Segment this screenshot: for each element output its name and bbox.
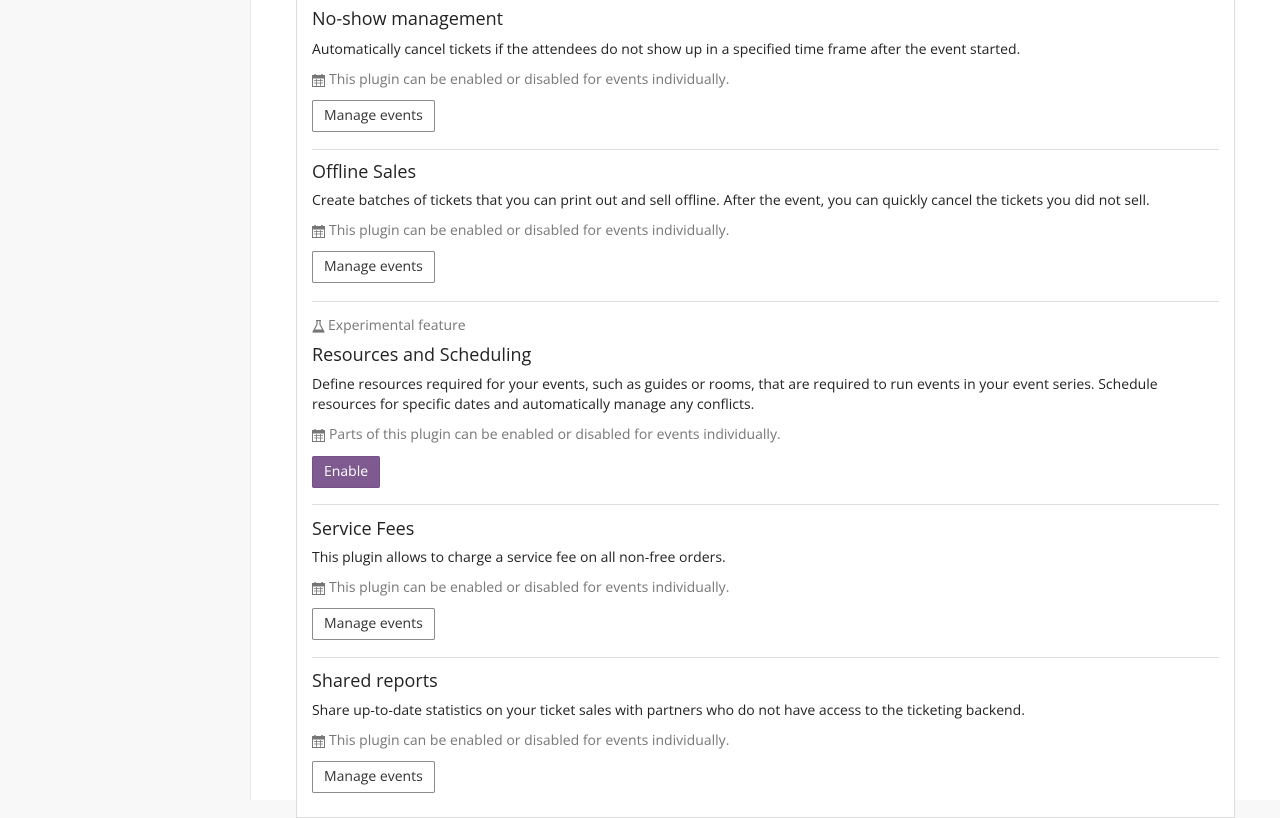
- plugin-description: Create batches of tickets that you can p…: [312, 191, 1150, 210]
- plugin-title: No-show management: [312, 7, 504, 31]
- manage-events-button[interactable]: Manage events: [312, 100, 435, 132]
- plugin-scope-note: This plugin can be enabled or disabled f…: [312, 578, 729, 598]
- manage-events-button[interactable]: Manage events: [312, 761, 435, 793]
- plugin-scope-note-text: This plugin can be enabled or disabled f…: [329, 731, 730, 750]
- plugin-scope-note-text: This plugin can be enabled or disabled f…: [329, 578, 730, 597]
- plugin-resources-and-scheduling: Experimental feature Resources and Sched…: [312, 301, 1219, 504]
- plugin-scope-note-text: This plugin can be enabled or disabled f…: [329, 221, 730, 240]
- calendar-icon: [312, 581, 325, 595]
- flask-icon: [312, 319, 325, 333]
- plugin-scope-note: Parts of this plugin can be enabled or d…: [312, 425, 781, 445]
- plugin-scope-note: This plugin can be enabled or disabled f…: [312, 70, 729, 90]
- plugin-list-panel: No-show management Automatically cancel …: [296, 0, 1235, 818]
- calendar-icon: [312, 734, 325, 748]
- plugin-no-show-management: No-show management Automatically cancel …: [312, 0, 1219, 150]
- plugin-title: Offline Sales: [312, 160, 417, 184]
- calendar-icon: [312, 428, 325, 442]
- plugin-service-fees: Service Fees This plugin allows to charg…: [312, 504, 1219, 657]
- plugin-title: Resources and Scheduling: [312, 343, 532, 367]
- plugin-scope-note: This plugin can be enabled or disabled f…: [312, 221, 729, 241]
- plugin-description: Share up-to-date statistics on your tick…: [312, 701, 1025, 720]
- plugin-description: Define resources required for your event…: [312, 375, 1158, 414]
- plugin-scope-note: This plugin can be enabled or disabled f…: [312, 731, 729, 751]
- enable-button[interactable]: Enable: [312, 456, 381, 488]
- calendar-icon: [312, 73, 325, 87]
- plugin-title: Shared reports: [312, 669, 438, 693]
- experimental-badge-text: Experimental feature: [328, 316, 466, 335]
- plugin-offline-sales: Offline Sales Create batches of tickets …: [312, 149, 1219, 301]
- manage-events-button[interactable]: Manage events: [312, 251, 435, 283]
- sidebar: [0, 0, 251, 800]
- plugin-description: Automatically cancel tickets if the atte…: [312, 40, 1021, 59]
- manage-events-button[interactable]: Manage events: [312, 608, 435, 640]
- main-content: No-show management Automatically cancel …: [251, 0, 1280, 818]
- calendar-icon: [312, 224, 325, 238]
- plugin-description: This plugin allows to charge a service f…: [312, 548, 726, 567]
- plugin-title: Service Fees: [312, 517, 415, 541]
- plugin-scope-note-text: Parts of this plugin can be enabled or d…: [329, 425, 781, 444]
- experimental-badge: Experimental feature: [312, 316, 466, 336]
- plugin-scope-note-text: This plugin can be enabled or disabled f…: [329, 70, 730, 89]
- plugin-shared-reports: Shared reports Share up-to-date statisti…: [312, 657, 1219, 809]
